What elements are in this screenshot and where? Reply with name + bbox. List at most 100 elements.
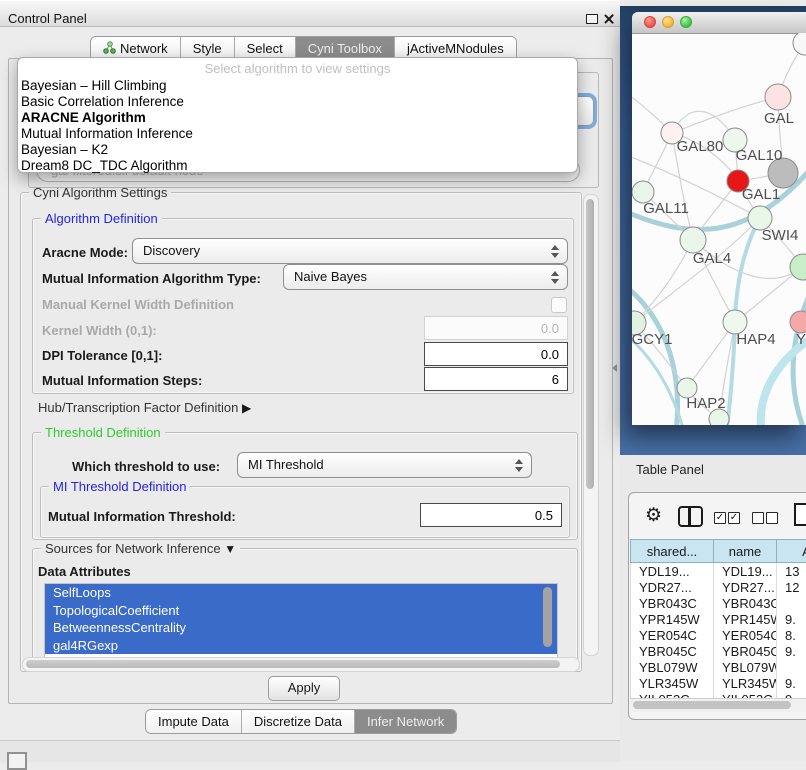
tab-impute-data[interactable]: Impute Data (146, 710, 242, 733)
unchecked-box-icon[interactable] (752, 512, 764, 524)
settings-vertical-scrollbar[interactable] (583, 194, 599, 656)
network-view-window[interactable]: GALGAL80GAL10GAL1GAL11SWI4GAL4GCY1HAP4YH… (632, 12, 806, 425)
node-table[interactable]: shared...nameA YDL19...YDL19...13YDR27..… (630, 539, 806, 698)
manual-kernel-checkbox[interactable] (551, 297, 567, 313)
expand-right-icon: ▶ (242, 401, 251, 415)
table-row[interactable]: YBR043CYBR043C (631, 595, 806, 611)
sources-title[interactable]: Sources for Network Inference ▼ (41, 541, 240, 556)
network-node-y[interactable] (790, 311, 806, 333)
list-scrollbar-thumb[interactable] (543, 587, 552, 647)
table-cell: YBR045C (714, 643, 777, 659)
network-window-titlebar[interactable] (632, 12, 806, 34)
tab-label: Style (193, 41, 222, 56)
table-horizontal-scrollbar[interactable] (630, 698, 806, 712)
table-row[interactable]: YLR345WYLR345W9. (631, 675, 806, 691)
tab-label: Impute Data (158, 714, 229, 729)
network-node-gal[interactable] (765, 84, 791, 110)
scrollbar-thumb[interactable] (26, 660, 560, 668)
network-node[interactable] (793, 33, 806, 55)
dropdown-item-dream8-dc-tdc-algorithm[interactable]: Dream8 DC_TDC Algorithm (18, 158, 577, 174)
tab-label: Select (247, 41, 283, 56)
table-row[interactable]: YDL19...YDL19...13 (631, 563, 806, 580)
attribute-item-topologicalcoefficient[interactable]: TopologicalCoefficient (45, 602, 557, 620)
table-row[interactable]: YPR145WYPR145W9. (631, 611, 806, 627)
node-label-hap4: HAP4 (736, 331, 775, 348)
apply-button[interactable]: Apply (268, 676, 340, 701)
mi-type-label: Mutual Information Algorithm Type: (42, 271, 261, 286)
table-cell: YIL052C (631, 691, 714, 698)
dropdown-item-aracne-algorithm[interactable]: ARACNE Algorithm (18, 110, 577, 126)
table-row[interactable]: YIL052CYIL052C9 (631, 691, 806, 698)
table-cell: YDL19... (631, 563, 714, 580)
scrollbar-thumb[interactable] (633, 701, 791, 709)
settings-horizontal-scrollbar[interactable] (22, 657, 580, 672)
table-cell: YBR045C (631, 643, 714, 659)
which-threshold-combo[interactable]: MI Threshold (237, 452, 532, 478)
table-row[interactable]: YBL079WYBL079W (631, 659, 806, 675)
attribute-item-selfloops[interactable]: SelfLoops (45, 584, 557, 602)
mi-steps-field[interactable] (424, 367, 568, 391)
mi-threshold-field[interactable] (420, 503, 562, 527)
node-label-gal1: GAL1 (742, 186, 780, 203)
dropdown-item-mutual-information-inference[interactable]: Mutual Information Inference (18, 126, 577, 142)
mi-threshold-definition-title: MI Threshold Definition (49, 479, 190, 494)
network-edge[interactable] (634, 240, 693, 323)
columns-icon[interactable] (678, 506, 703, 527)
table-cell: 8. (777, 627, 806, 643)
dropdown-item-basic-correlation-inference[interactable]: Basic Correlation Inference (18, 94, 577, 110)
attribute-item-betweennesscentrality[interactable]: BetweennessCentrality (45, 619, 557, 637)
dropdown-placeholder: Select algorithm to view settings (18, 61, 577, 78)
table-cell: YLR345W (631, 675, 714, 691)
panel-bottom-strip (0, 741, 620, 762)
kernel-width-label: Kernel Width (0,1): (42, 323, 157, 338)
network-canvas[interactable]: GALGAL80GAL10GAL1GAL11SWI4GAL4GCY1HAP4YH… (632, 33, 806, 425)
tab-label: jActiveMNodules (407, 41, 504, 56)
which-threshold-value: MI Threshold (248, 457, 324, 472)
tab-discretize-data[interactable]: Discretize Data (242, 710, 355, 733)
tab-infer-network[interactable]: Infer Network (355, 710, 456, 733)
checked-box-icon[interactable]: ✓ (728, 512, 740, 524)
table-row[interactable]: YDR27...YDR27...12 (631, 579, 806, 595)
node-label-swi4: SWI4 (762, 227, 799, 244)
table-row[interactable]: YER054CYER054C8. (631, 627, 806, 643)
gear-icon[interactable]: ⚙ (645, 504, 662, 527)
node-label-gal80: GAL80 (677, 138, 724, 155)
node-label-gcy1: GCY1 (632, 331, 672, 348)
unchecked-box-icon[interactable] (766, 512, 778, 524)
table-row[interactable]: YBR045CYBR045C9. (631, 643, 806, 659)
float-window-icon[interactable] (586, 14, 598, 24)
data-attributes-label: Data Attributes (38, 564, 131, 579)
mi-type-combo[interactable]: Naive Bayes (283, 264, 568, 290)
table-panel-title: Table Panel (636, 462, 704, 477)
algorithm-dropdown-popup: Select algorithm to view settings Bayesi… (17, 57, 578, 173)
close-traffic-light-icon[interactable] (644, 16, 656, 28)
checked-box-icon[interactable]: ✓ (714, 512, 726, 524)
zoom-traffic-light-icon[interactable] (680, 16, 692, 28)
splitter-handle[interactable] (612, 364, 617, 372)
page-icon[interactable] (794, 503, 806, 526)
hub-definition-disclosure[interactable]: Hub/Transcription Factor Definition ▶ (38, 400, 251, 415)
dropdown-item-bayesian-hill-climbing[interactable]: Bayesian – Hill Climbing (18, 78, 577, 94)
close-icon[interactable] (603, 13, 615, 25)
dpi-tolerance-field[interactable] (424, 342, 568, 366)
scrollbar-thumb[interactable] (586, 199, 594, 489)
table-cell: YER054C (631, 627, 714, 643)
dropdown-item-bayesian-k2[interactable]: Bayesian – K2 (18, 142, 577, 158)
column-header-shared[interactable]: shared... (631, 540, 714, 563)
cyni-mode-tabs: Impute Data Discretize DataInfer Network (145, 709, 457, 734)
table-cell: YER054C (714, 627, 777, 643)
minimize-traffic-light-icon[interactable] (662, 16, 674, 28)
mi-threshold-label: Mutual Information Threshold: (48, 509, 236, 524)
aracne-mode-label: Aracne Mode: (42, 245, 128, 260)
column-header-name[interactable]: name (714, 540, 777, 563)
which-threshold-label: Which threshold to use: (72, 459, 220, 474)
kernel-width-field[interactable] (424, 316, 568, 340)
data-attributes-list[interactable]: SelfLoopsTopologicalCoefficientBetweenne… (44, 583, 558, 658)
table-cell: YBR043C (631, 595, 714, 611)
mi-type-value: Naive Bayes (294, 269, 367, 284)
network-node[interactable] (790, 254, 806, 280)
aracne-mode-combo[interactable]: Discovery (132, 238, 568, 264)
attribute-item-gal4rgexp[interactable]: gal4RGexp (45, 637, 557, 655)
column-header-a[interactable]: A (777, 540, 806, 563)
collapsed-panel-icon[interactable] (7, 752, 27, 770)
